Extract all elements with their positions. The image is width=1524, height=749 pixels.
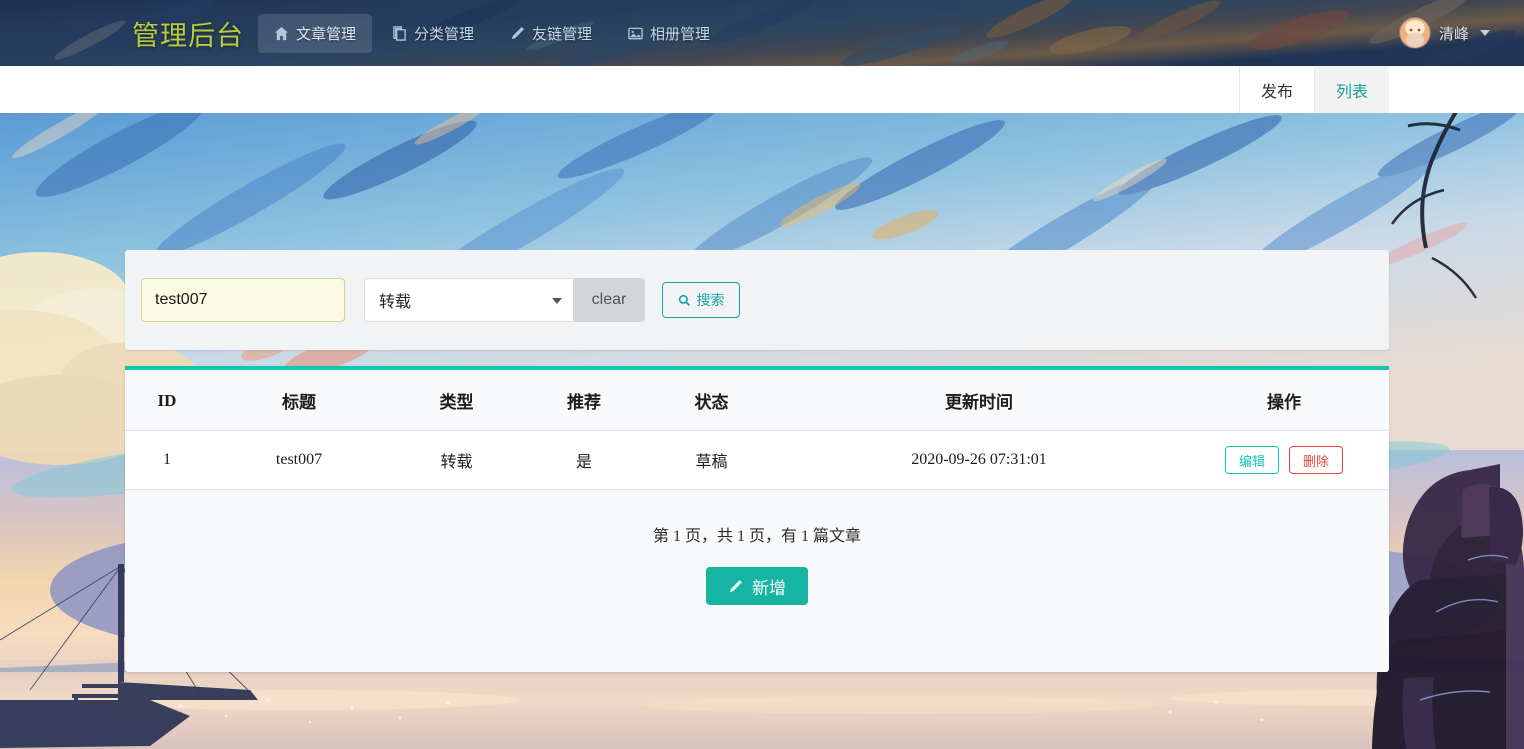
col-header-updated: 更新时间 — [779, 370, 1179, 431]
tab-list[interactable]: 列表 — [1313, 66, 1389, 113]
col-header-operations: 操作 — [1179, 370, 1389, 431]
user-menu[interactable]: 清峰 — [1399, 18, 1510, 48]
pencil-icon — [510, 26, 525, 41]
type-select[interactable]: 转载 — [364, 278, 573, 322]
add-row: 新增 — [125, 546, 1389, 605]
col-header-title: 标题 — [209, 370, 389, 431]
cell-operations: 编辑 删除 — [1179, 430, 1389, 490]
search-panel: 转载 clear 搜索 — [125, 250, 1389, 350]
edit-button[interactable]: 编辑 — [1224, 446, 1279, 474]
cell-title: test007 — [209, 430, 389, 490]
image-icon — [628, 26, 643, 41]
tab-publish[interactable]: 发布 — [1238, 66, 1314, 113]
table-header-row: ID 标题 类型 推荐 状态 更新时间 操作 — [125, 370, 1389, 431]
table-head: ID 标题 类型 推荐 状态 更新时间 操作 — [125, 370, 1389, 431]
col-header-type: 类型 — [389, 370, 524, 431]
keyword-input[interactable] — [141, 278, 345, 322]
cell-type: 转载 — [389, 430, 524, 490]
type-filter-group: 转载 clear — [364, 278, 645, 322]
pencil-icon — [729, 579, 743, 592]
caret-down-icon — [552, 298, 562, 304]
nav-item-articles[interactable]: 文章管理 — [258, 13, 373, 53]
type-select-value: 转载 — [379, 294, 412, 311]
articles-panel: ID 标题 类型 推荐 状态 更新时间 操作 1 test007 转载 是 草稿… — [125, 366, 1389, 672]
top-navbar: 管理后台 文章管理 分类管理 友链管理 相册管理 清峰 — [0, 0, 1524, 66]
pagination-summary: 第 1 页，共 1 页，有 1 篇文章 — [652, 528, 861, 545]
add-button[interactable]: 新增 — [706, 567, 808, 605]
nav-item-categories[interactable]: 分类管理 — [376, 14, 490, 53]
search-button-label: 搜索 — [696, 292, 725, 308]
nav-item-categories-label: 分类管理 — [414, 25, 475, 43]
cell-recommend: 是 — [524, 430, 644, 490]
delete-button[interactable]: 删除 — [1289, 446, 1344, 474]
col-header-id: ID — [125, 370, 209, 431]
clear-button[interactable]: clear — [573, 278, 645, 322]
home-icon — [274, 26, 289, 41]
articles-table: ID 标题 类型 推荐 状态 更新时间 操作 1 test007 转载 是 草稿… — [125, 370, 1389, 490]
col-header-recommend: 推荐 — [524, 370, 644, 431]
chevron-down-icon[interactable] — [1480, 30, 1490, 36]
sub-navbar: 发布 列表 — [0, 66, 1524, 113]
nav-item-albums[interactable]: 相册管理 — [612, 14, 726, 53]
user-avatar[interactable] — [1399, 18, 1430, 48]
table-row: 1 test007 转载 是 草稿 2020-09-26 07:31:01 编辑… — [125, 430, 1389, 490]
col-header-status: 状态 — [644, 370, 779, 431]
nav-item-friendlinks-label: 友链管理 — [532, 25, 593, 43]
page-content: 转载 clear 搜索 ID 标题 类型 推荐 状态 更新时间 操作 — [0, 113, 1524, 749]
cell-updated: 2020-09-26 07:31:01 — [779, 430, 1179, 490]
primary-nav: 文章管理 分类管理 友链管理 相册管理 — [258, 13, 726, 53]
nav-item-friendlinks[interactable]: 友链管理 — [494, 14, 608, 53]
add-button-label: 新增 — [752, 578, 786, 598]
search-icon — [678, 294, 690, 306]
copy-icon — [392, 25, 407, 41]
cell-id: 1 — [125, 430, 209, 490]
username-label: 清峰 — [1438, 25, 1469, 43]
nav-item-articles-label: 文章管理 — [296, 25, 357, 43]
brand-title: 管理后台 — [132, 20, 244, 51]
nav-item-albums-label: 相册管理 — [650, 25, 711, 43]
row-action-buttons: 编辑 删除 — [1179, 446, 1389, 474]
search-button[interactable]: 搜索 — [662, 282, 740, 318]
cell-status: 草稿 — [644, 430, 779, 490]
table-body: 1 test007 转载 是 草稿 2020-09-26 07:31:01 编辑… — [125, 430, 1389, 490]
